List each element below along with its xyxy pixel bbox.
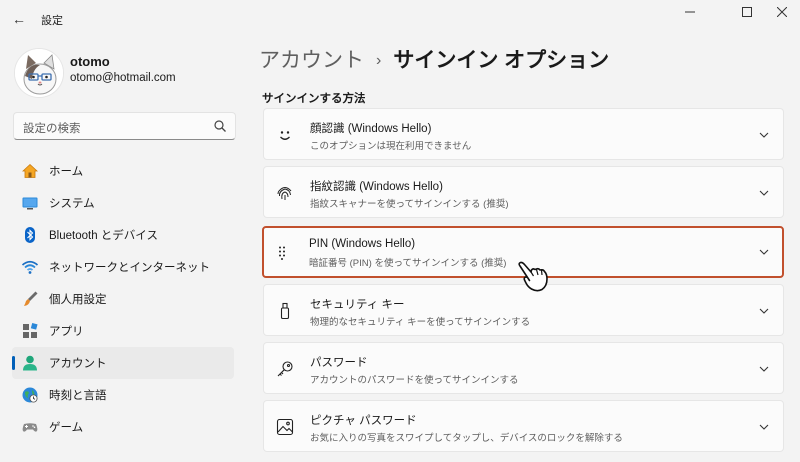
chevron-down-icon bbox=[759, 249, 769, 255]
option-title: パスワード bbox=[310, 357, 368, 369]
breadcrumb-separator: › bbox=[376, 52, 382, 69]
maximize-button[interactable] bbox=[731, 3, 763, 21]
option-subtitle: 指紋スキャナーを使ってサインインする (推奨) bbox=[310, 199, 509, 210]
sidebar-item-label: 時刻と言語 bbox=[49, 390, 107, 402]
user-email: otomo@hotmail.com bbox=[70, 72, 176, 84]
close-icon bbox=[777, 7, 787, 17]
back-button[interactable]: ← bbox=[8, 8, 30, 30]
option-subtitle: 暗証番号 (PIN) を使ってサインインする (推奨) bbox=[309, 258, 507, 269]
sidebar-item-personalization[interactable]: 個人用設定 bbox=[12, 283, 234, 315]
brush-icon bbox=[21, 290, 39, 308]
sidebar-item-label: ゲーム bbox=[49, 422, 84, 434]
sidebar: otomo otomo@hotmail.com 設定の検索 ホーム システム B… bbox=[0, 36, 250, 462]
selection-indicator bbox=[12, 356, 15, 370]
minimize-icon bbox=[685, 11, 695, 13]
wifi-icon bbox=[21, 258, 39, 276]
option-subtitle: 物理的なセキュリティ キーを使ってサインインする bbox=[310, 317, 531, 328]
search-icon bbox=[214, 120, 226, 132]
title-bar: ← 設定 bbox=[0, 0, 800, 36]
sidebar-item-accounts[interactable]: アカウント bbox=[12, 347, 234, 379]
sidebar-item-label: ネットワークとインターネット bbox=[49, 262, 210, 274]
system-icon bbox=[21, 194, 39, 212]
sidebar-item-label: システム bbox=[49, 198, 95, 210]
pin-keypad-icon bbox=[274, 243, 294, 263]
sidebar-item-network[interactable]: ネットワークとインターネット bbox=[12, 251, 234, 283]
avatar bbox=[14, 48, 64, 98]
bluetooth-icon bbox=[21, 226, 39, 244]
security-key-icon bbox=[275, 301, 295, 321]
minimize-button[interactable] bbox=[674, 3, 706, 21]
option-title: PIN (Windows Hello) bbox=[309, 238, 416, 250]
breadcrumb-parent[interactable]: アカウント bbox=[259, 49, 364, 72]
option-subtitle: アカウントのパスワードを使ってサインインする bbox=[310, 375, 519, 386]
search-placeholder: 設定の検索 bbox=[23, 123, 81, 135]
option-title: ピクチャ パスワード bbox=[310, 415, 417, 427]
sidebar-item-time-language[interactable]: 時刻と言語 bbox=[12, 379, 234, 411]
chevron-down-icon bbox=[759, 308, 769, 314]
back-arrow-icon: ← bbox=[12, 11, 26, 27]
app-title: 設定 bbox=[41, 15, 63, 27]
globe-icon bbox=[21, 386, 39, 404]
close-button[interactable] bbox=[766, 3, 798, 21]
face-icon bbox=[275, 125, 295, 145]
nav-list: ホーム システム Bluetooth とデバイス ネットワークとインターネット … bbox=[12, 155, 234, 443]
option-subtitle: お気に入りの写真をスワイプしてタップし、デバイスのロックを解除する bbox=[310, 433, 623, 444]
chevron-down-icon bbox=[759, 132, 769, 138]
picture-password-icon bbox=[275, 417, 295, 437]
main-content: アカウント › サインイン オプション サインインする方法 顔認識 (Windows… bbox=[250, 36, 800, 462]
chevron-down-icon bbox=[759, 366, 769, 372]
sidebar-item-bluetooth[interactable]: Bluetooth とデバイス bbox=[12, 219, 234, 251]
section-title: サインインする方法 bbox=[262, 93, 366, 105]
user-profile[interactable]: otomo otomo@hotmail.com bbox=[14, 48, 244, 108]
sidebar-item-label: ホーム bbox=[49, 166, 84, 178]
option-fingerprint[interactable]: 指紋認識 (Windows Hello) 指紋スキャナーを使ってサインインする … bbox=[263, 166, 784, 218]
sidebar-item-system[interactable]: システム bbox=[12, 187, 234, 219]
option-title: セキュリティ キー bbox=[310, 299, 405, 311]
key-icon bbox=[275, 359, 295, 379]
sidebar-item-gaming[interactable]: ゲーム bbox=[12, 411, 234, 443]
option-subtitle: このオプションは現在利用できません bbox=[310, 141, 472, 152]
option-title: 指紋認識 (Windows Hello) bbox=[310, 181, 443, 193]
page-title: サインイン オプション bbox=[393, 49, 610, 72]
gamepad-icon bbox=[21, 418, 39, 436]
chevron-down-icon bbox=[759, 190, 769, 196]
option-face-recognition[interactable]: 顔認識 (Windows Hello) このオプションは現在利用できません bbox=[263, 108, 784, 160]
sidebar-item-label: Bluetooth とデバイス bbox=[49, 230, 158, 242]
sidebar-item-label: アカウント bbox=[49, 358, 107, 370]
home-icon bbox=[21, 162, 39, 180]
option-password[interactable]: パスワード アカウントのパスワードを使ってサインインする bbox=[263, 342, 784, 394]
apps-icon bbox=[21, 322, 39, 340]
chevron-down-icon bbox=[759, 424, 769, 430]
account-icon bbox=[21, 354, 39, 372]
sidebar-item-label: アプリ bbox=[49, 326, 84, 338]
breadcrumb: アカウント › サインイン オプション bbox=[259, 44, 609, 74]
cat-avatar-icon bbox=[15, 49, 63, 97]
user-name: otomo bbox=[70, 54, 110, 69]
sidebar-item-apps[interactable]: アプリ bbox=[12, 315, 234, 347]
fingerprint-icon bbox=[275, 183, 295, 203]
option-picture-password[interactable]: ピクチャ パスワード お気に入りの写真をスワイプしてタップし、デバイスのロックを… bbox=[263, 400, 784, 452]
option-title: 顔認識 (Windows Hello) bbox=[310, 123, 432, 135]
hand-pointer-cursor-icon bbox=[518, 261, 548, 292]
sidebar-item-label: 個人用設定 bbox=[49, 294, 107, 306]
search-box[interactable]: 設定の検索 bbox=[13, 112, 236, 140]
sidebar-item-home[interactable]: ホーム bbox=[12, 155, 234, 187]
maximize-icon bbox=[742, 7, 752, 17]
